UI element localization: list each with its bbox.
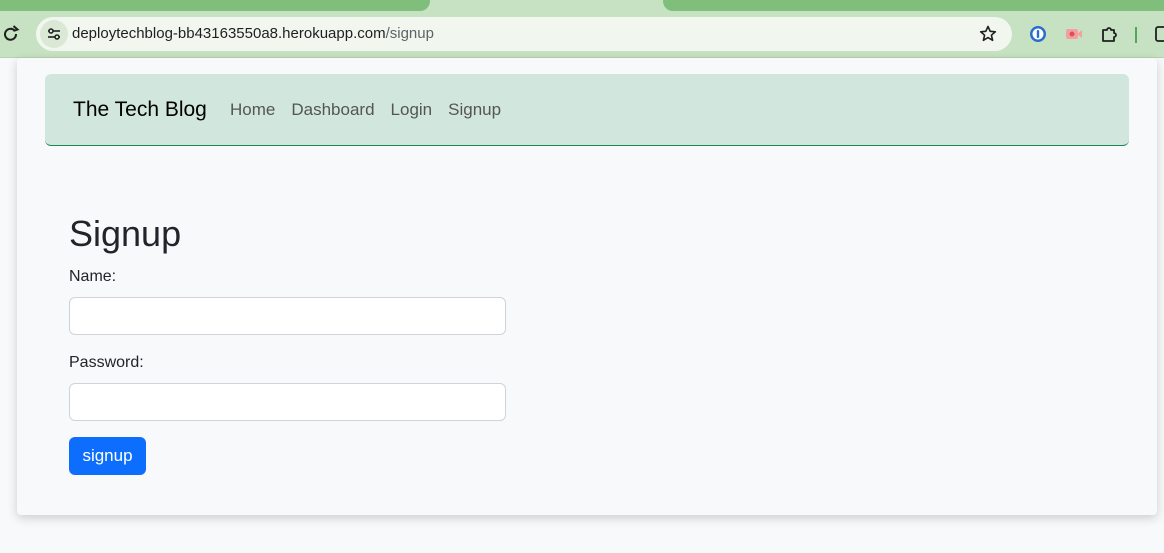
- browser-toolbar: deploytechblog-bb43163550a8.herokuapp.co…: [0, 11, 1164, 58]
- nav-links: Home Dashboard Login Signup: [230, 74, 517, 146]
- url-text[interactable]: deploytechblog-bb43163550a8.herokuapp.co…: [72, 17, 434, 51]
- nav-link-dashboard[interactable]: Dashboard: [291, 100, 374, 120]
- password-input[interactable]: [69, 383, 506, 421]
- page-title: Signup: [69, 213, 182, 254]
- extensions-puzzle-icon[interactable]: [1099, 23, 1121, 45]
- password-label: Password:: [69, 354, 144, 371]
- nav-link-login[interactable]: Login: [391, 100, 433, 120]
- page-container: The Tech Blog Home Dashboard Login Signu…: [17, 58, 1157, 515]
- url-host: deploytechblog-bb43163550a8.herokuapp.co…: [72, 25, 386, 42]
- reload-icon[interactable]: [0, 23, 22, 45]
- tab-strip: [0, 0, 1164, 11]
- site-info-icon[interactable]: [40, 20, 68, 48]
- password-manager-extension-icon[interactable]: [1027, 23, 1049, 45]
- nav-link-signup[interactable]: Signup: [448, 100, 501, 120]
- browser-tab-right[interactable]: [663, 0, 1164, 11]
- media-extension-icon[interactable]: [1063, 23, 1085, 45]
- brand-link[interactable]: The Tech Blog: [73, 74, 207, 146]
- site-navbar: The Tech Blog Home Dashboard Login Signu…: [45, 74, 1129, 146]
- url-path: /signup: [385, 25, 434, 42]
- signup-button[interactable]: signup: [69, 437, 146, 475]
- name-input[interactable]: [69, 297, 506, 335]
- browser-tab-left[interactable]: [0, 0, 430, 11]
- bookmark-star-icon[interactable]: [978, 24, 998, 44]
- name-label: Name:: [69, 268, 117, 285]
- side-panel-icon[interactable]: [1154, 24, 1164, 44]
- nav-link-home[interactable]: Home: [230, 100, 275, 120]
- toolbar-divider: [1135, 27, 1137, 43]
- address-bar[interactable]: deploytechblog-bb43163550a8.herokuapp.co…: [36, 17, 1012, 51]
